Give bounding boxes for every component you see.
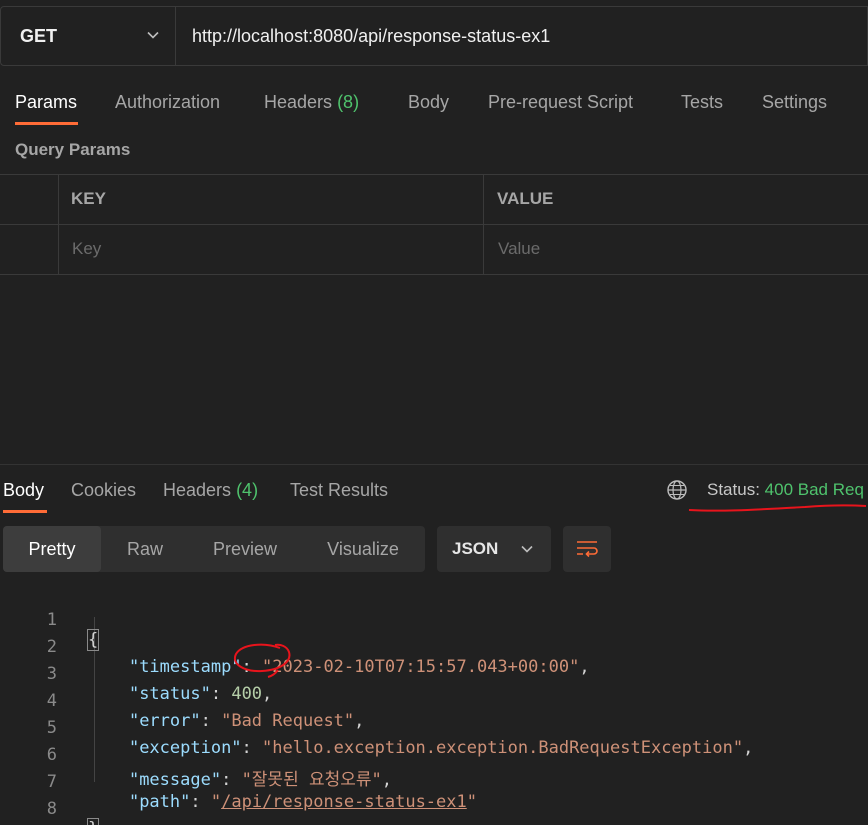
view-mode-group: Pretty Raw Preview Visualize xyxy=(3,526,425,572)
active-tab-underline xyxy=(15,122,78,125)
column-divider xyxy=(58,175,59,224)
tab-tests[interactable]: Tests xyxy=(681,92,723,113)
key-input[interactable]: Key xyxy=(72,239,101,259)
resp-tab-headers-count: (4) xyxy=(236,480,259,500)
globe-icon[interactable] xyxy=(666,479,688,501)
resp-tab-cookies[interactable]: Cookies xyxy=(71,480,136,501)
format-select[interactable]: JSON xyxy=(437,526,551,572)
pretty-button[interactable]: Pretty xyxy=(3,526,101,572)
format-label: JSON xyxy=(452,539,499,558)
code-line: 4 "error": "Bad Request", xyxy=(0,671,868,731)
status-label: Status: xyxy=(707,480,760,499)
key-column-header: KEY xyxy=(71,189,106,208)
method-label: GET xyxy=(20,25,58,46)
close-brace: } xyxy=(86,818,100,825)
pane-divider[interactable] xyxy=(0,464,868,465)
value-input[interactable]: Value xyxy=(498,239,540,259)
table-header-row: KEY VALUE xyxy=(0,175,868,225)
tab-headers-label: Headers xyxy=(264,92,333,112)
resp-tab-headers[interactable]: Headers (4) xyxy=(163,480,258,501)
table-row: Key Value xyxy=(0,225,868,275)
code-line: 5 "exception": "hello.exception.exceptio… xyxy=(0,698,868,758)
column-divider xyxy=(483,175,484,224)
code-line: 8 } xyxy=(0,779,868,825)
column-divider xyxy=(58,225,59,274)
status-value: 400 Bad Req xyxy=(764,480,864,499)
request-url-bar: GET http://localhost:8080/api/response-s… xyxy=(0,6,868,66)
tab-body[interactable]: Body xyxy=(408,92,449,113)
value-column-header: VALUE xyxy=(497,189,554,208)
wrap-lines-icon xyxy=(577,541,598,558)
tab-settings[interactable]: Settings xyxy=(762,92,827,113)
preview-button[interactable]: Preview xyxy=(193,526,297,572)
method-select[interactable]: GET xyxy=(0,6,176,66)
code-line: 6 "message": "잘못된 요청오류", xyxy=(0,725,868,790)
query-params-table: KEY VALUE Key Value xyxy=(0,174,868,275)
tab-headers-count: (8) xyxy=(337,92,360,112)
response-status[interactable]: Status: 400 Bad Req xyxy=(707,480,864,500)
tab-pre-request-script[interactable]: Pre-request Script xyxy=(488,92,633,113)
query-params-title: Query Params xyxy=(15,140,131,159)
line-number: 8 xyxy=(46,799,57,819)
chevron-down-icon xyxy=(147,31,159,39)
active-tab-underline xyxy=(3,510,47,513)
column-divider xyxy=(483,225,484,274)
raw-button[interactable]: Raw xyxy=(105,526,185,572)
tab-params[interactable]: Params xyxy=(15,92,77,113)
code-line: 7 "path": "/api/response-status-ex1" xyxy=(0,752,868,812)
resp-tab-headers-label: Headers xyxy=(163,480,232,500)
resp-tab-test-results[interactable]: Test Results xyxy=(290,480,388,501)
visualize-button[interactable]: Visualize xyxy=(307,526,419,572)
response-tabs: Body Cookies Headers (4) Test Results St… xyxy=(0,470,868,516)
wrap-lines-button[interactable] xyxy=(563,526,611,572)
chevron-down-icon xyxy=(521,545,533,553)
code-line: 3 "status": 400, xyxy=(0,644,868,704)
code-line: 2 "timestamp": "2023-02-10T07:15:57.043+… xyxy=(0,617,868,677)
tab-authorization[interactable]: Authorization xyxy=(115,92,220,113)
url-input[interactable]: http://localhost:8080/api/response-statu… xyxy=(176,6,868,66)
resp-tab-body[interactable]: Body xyxy=(3,480,44,501)
code-line: 1 { xyxy=(0,590,868,651)
tab-headers[interactable]: Headers (8) xyxy=(264,92,359,113)
request-tabs: Params Authorization Headers (8) Body Pr… xyxy=(0,82,868,126)
